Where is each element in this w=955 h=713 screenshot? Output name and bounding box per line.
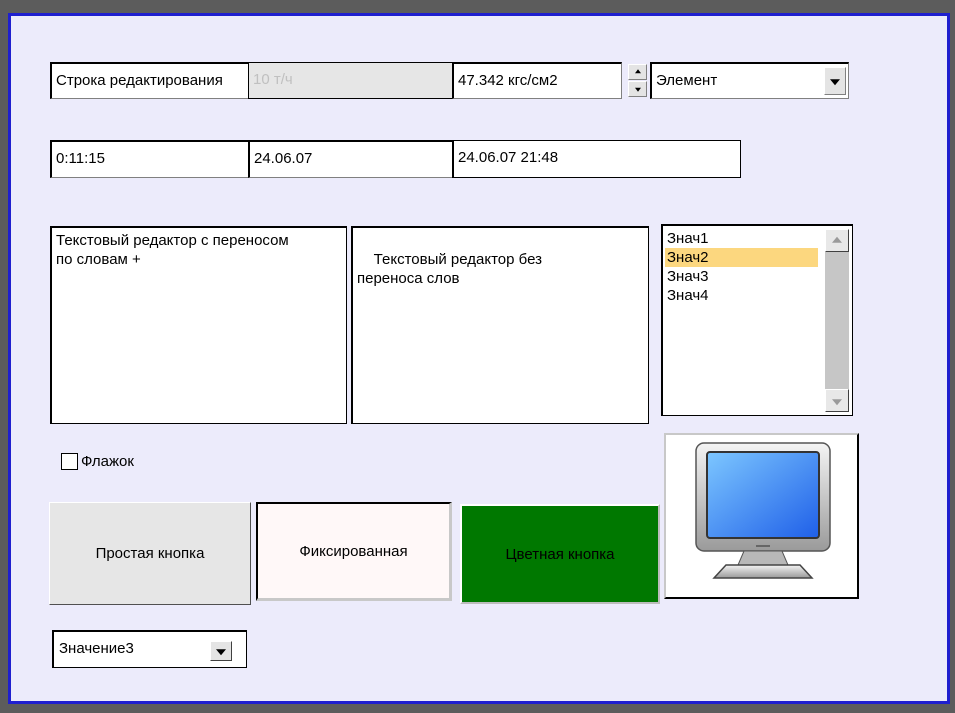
listbox-item[interactable]: Знач3	[665, 267, 818, 286]
date-field[interactable]: 24.06.07	[248, 140, 453, 178]
listbox-item[interactable]: Знач1	[665, 229, 818, 248]
down-arrow-icon	[634, 87, 641, 92]
datetime-field[interactable]: 24.06.07 21:48	[452, 140, 741, 178]
up-arrow-icon	[634, 69, 641, 74]
fixed-button-label: Фиксированная	[299, 542, 408, 560]
wrap-text-editor[interactable]: Текстовый редактор с переносом по словам…	[50, 226, 347, 424]
value-select[interactable]: Значение3	[52, 630, 247, 668]
scroll-up-arrow-icon	[832, 236, 842, 243]
element-select-dropdown-button[interactable]	[824, 67, 846, 95]
scroll-up-button[interactable]	[825, 229, 849, 252]
simple-button-label: Простая кнопка	[95, 545, 205, 562]
colored-button-label: Цветная кнопка	[505, 545, 615, 563]
scroll-down-arrow-icon	[832, 398, 842, 405]
monitor-icon	[695, 442, 831, 579]
spin-up-button[interactable]	[628, 64, 647, 80]
value-select-dropdown-button[interactable]	[210, 641, 232, 661]
nowrap-text-content: Текстовый редактор без переноса слов	[357, 251, 542, 287]
edit-string-field[interactable]: Строка редактирования	[50, 62, 249, 99]
chevron-down-icon	[216, 649, 226, 656]
wrap-text-content: Текстовый редактор с переносом по словам…	[56, 232, 289, 268]
monitor-image-frame[interactable]	[664, 433, 859, 599]
element-select-value: Элемент	[656, 72, 718, 89]
listbox-item[interactable]: Знач2	[665, 248, 818, 267]
scroll-down-button[interactable]	[825, 389, 849, 412]
fixed-toggle-button[interactable]: Фиксированная	[256, 502, 452, 601]
form-panel: Строка редактирования 10 т/ч 47.342 кгс/…	[8, 13, 950, 704]
value-select-value: Значение3	[59, 640, 134, 657]
pressure-spinner[interactable]	[622, 62, 650, 99]
element-select[interactable]: Элемент	[650, 62, 849, 99]
simple-button[interactable]: Простая кнопка	[49, 502, 251, 605]
listbox-item[interactable]: Знач4	[665, 286, 818, 305]
nowrap-text-editor[interactable]: Текстовый редактор без переноса слов	[351, 226, 649, 424]
value-listbox[interactable]: Знач1 Знач2 Знач3 Знач4	[661, 224, 853, 416]
spin-down-button[interactable]	[628, 81, 647, 97]
listbox-items: Знач1 Знач2 Знач3 Знач4	[665, 229, 818, 305]
checkbox-box[interactable]	[61, 452, 78, 470]
chevron-down-icon	[830, 79, 840, 86]
checkbox-label: Флажок	[81, 452, 134, 470]
time-field[interactable]: 0:11:15	[50, 140, 249, 178]
colored-button[interactable]: Цветная кнопка	[460, 504, 660, 604]
disabled-value-field: 10 т/ч	[248, 62, 453, 99]
pressure-spin-field[interactable]: 47.342 кгс/см2	[452, 62, 622, 99]
checkbox-control[interactable]: Флажок	[61, 451, 134, 471]
listbox-scrollbar[interactable]	[825, 229, 849, 412]
